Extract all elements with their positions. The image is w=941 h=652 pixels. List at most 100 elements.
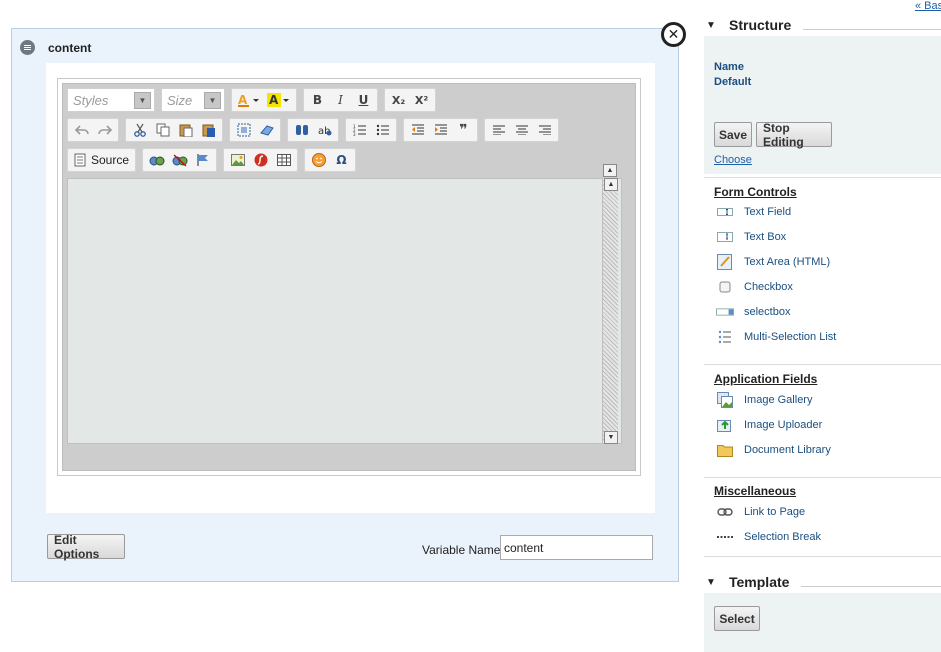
eraser-icon[interactable] (256, 120, 277, 140)
toolbar-row-1: Styles ▼ Size ▼ A A B I U X₂ X² (67, 88, 436, 112)
bulleted-list-icon[interactable] (372, 120, 393, 140)
structure-header[interactable]: ▼ Structure (706, 17, 941, 33)
close-icon: ✕ (667, 26, 680, 43)
checkbox-icon (716, 279, 734, 295)
color-group: A A (231, 88, 297, 112)
redo-icon[interactable] (94, 120, 115, 140)
form-control-label: selectbox (744, 306, 791, 318)
application-field-image-uploader[interactable]: Image Uploader (716, 416, 822, 434)
select-all-icon[interactable] (233, 120, 254, 140)
divider (704, 477, 941, 478)
panel-title: content (48, 40, 92, 55)
unlink-icon[interactable] (169, 150, 190, 170)
misc-label: Selection Break (744, 531, 822, 543)
image-uploader-icon (716, 417, 734, 433)
text-color-icon[interactable]: A (235, 90, 263, 110)
blockquote-icon[interactable]: ❞ (453, 120, 474, 140)
chevron-down-icon: ▼ (204, 91, 221, 109)
align-left-icon[interactable] (488, 120, 509, 140)
replace-icon[interactable]: ab (314, 120, 335, 140)
svg-text:A: A (269, 93, 279, 107)
underline-button[interactable]: U (353, 90, 374, 110)
application-field-document-library[interactable]: Document Library (716, 441, 831, 459)
back-link[interactable]: « Bas (915, 0, 941, 12)
structure-name-label: Name (714, 61, 744, 73)
flash-icon[interactable] (250, 150, 271, 170)
form-control-label: Text Area (HTML) (744, 256, 831, 268)
form-control-selectbox[interactable]: selectbox (716, 303, 790, 321)
subscript-button[interactable]: X₂ (388, 90, 409, 110)
misc-label: Link to Page (744, 506, 806, 518)
divider (704, 177, 941, 178)
form-controls-heading: Form Controls (714, 185, 797, 199)
image-gallery-icon (716, 392, 734, 408)
miscellaneous-heading: Miscellaneous (714, 484, 797, 498)
superscript-button[interactable]: X² (411, 90, 432, 110)
choose-link[interactable]: Choose (714, 154, 752, 166)
close-button[interactable]: ✕ (661, 22, 686, 47)
background-color-icon[interactable]: A (265, 90, 293, 110)
styles-label: Styles (73, 92, 109, 108)
anchor-flag-icon[interactable] (192, 150, 213, 170)
find-icon[interactable] (291, 120, 312, 140)
paste-icon[interactable] (175, 120, 196, 140)
application-field-label: Document Library (744, 444, 831, 456)
scroll-down-button[interactable]: ▼ (604, 431, 618, 444)
find-group: ab (287, 118, 339, 142)
basic-style-group: B I U (303, 88, 378, 112)
align-right-icon[interactable] (534, 120, 555, 140)
select-group (229, 118, 281, 142)
styles-dropdown[interactable]: Styles ▼ (67, 88, 155, 112)
editor-scrollbar[interactable]: ▲ ▼ (602, 178, 618, 444)
bold-button[interactable]: B (307, 90, 328, 110)
form-control-text-field[interactable]: Text Field (716, 203, 791, 221)
application-field-image-gallery[interactable]: Image Gallery (716, 391, 812, 409)
folder-icon (716, 442, 734, 458)
link-icon[interactable] (146, 150, 167, 170)
form-control-checkbox[interactable]: Checkbox (716, 278, 793, 296)
application-fields-heading: Application Fields (714, 372, 818, 386)
special-character-button[interactable]: Ω (331, 150, 352, 170)
select-template-button[interactable]: Select (714, 606, 760, 631)
form-control-text-box[interactable]: Text Box (716, 228, 786, 246)
italic-button[interactable]: I (330, 90, 351, 110)
collapse-triangle-icon: ▼ (706, 19, 716, 31)
indent-icon[interactable] (430, 120, 451, 140)
cut-icon[interactable] (129, 120, 150, 140)
misc-selection-break[interactable]: Selection Break (716, 528, 821, 546)
divider (704, 556, 941, 557)
text-area-html-icon (716, 254, 734, 270)
application-field-label: Image Gallery (744, 394, 813, 406)
editor-content-area[interactable] (67, 178, 622, 444)
misc-link-to-page[interactable]: Link to Page (716, 503, 805, 521)
outdent-icon[interactable] (407, 120, 428, 140)
numbered-list-icon[interactable]: 123 (349, 120, 370, 140)
copy-icon[interactable] (152, 120, 173, 140)
form-control-multi-selection-list[interactable]: Multi-Selection List (716, 328, 836, 346)
structure-title: Structure (729, 17, 792, 33)
form-control-text-area-html[interactable]: Text Area (HTML) (716, 253, 830, 271)
template-header[interactable]: ▼ Template (706, 574, 941, 590)
dotted-line-icon (716, 529, 734, 545)
save-button[interactable]: Save (714, 122, 752, 147)
source-button[interactable]: Source (67, 148, 137, 172)
clipboard-group (125, 118, 223, 142)
smiley-icon[interactable] (308, 150, 329, 170)
scroll-up-outer-button[interactable]: ▲ (603, 164, 617, 177)
paste-word-icon[interactable] (198, 120, 219, 140)
table-icon[interactable] (273, 150, 294, 170)
stop-editing-button[interactable]: Stop Editing (756, 121, 832, 149)
align-group (484, 118, 559, 142)
align-center-icon[interactable] (511, 120, 532, 140)
source-label: Source (91, 153, 130, 167)
scroll-up-button[interactable]: ▲ (604, 178, 618, 191)
undo-icon[interactable] (71, 120, 92, 140)
collapse-icon[interactable] (20, 40, 35, 55)
variable-name-input[interactable] (500, 535, 653, 560)
edit-options-button[interactable]: Edit Options (47, 533, 125, 561)
source-document-icon (74, 153, 86, 167)
size-dropdown[interactable]: Size ▼ (161, 88, 225, 112)
image-icon[interactable] (227, 150, 248, 170)
svg-text:A: A (238, 93, 248, 107)
content-panel: content Styles ▼ Size ▼ A A B I U X₂ X² … (11, 28, 679, 582)
